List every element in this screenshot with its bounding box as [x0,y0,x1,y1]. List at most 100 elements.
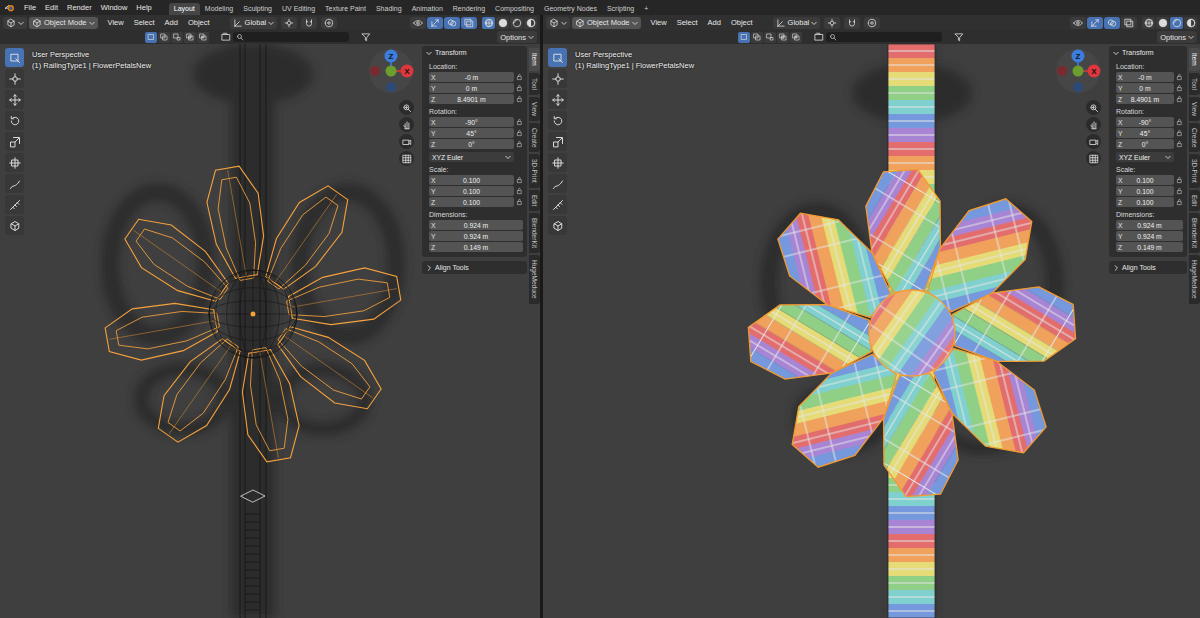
3d-viewport[interactable]: User Perspective (1) RailingType1 | Flow… [0,44,540,618]
number-field[interactable]: X -0 m [1116,72,1174,82]
sidebar-tab[interactable]: BlenderKit [529,213,540,253]
selection-mode-button[interactable] [738,32,750,43]
workspace-tab[interactable]: UV Editing [277,3,320,15]
selection-mode-button[interactable] [171,32,183,43]
sidebar-tab[interactable]: 3D-Print [529,154,540,188]
tool-button[interactable] [548,132,567,151]
visibility-button[interactable] [410,17,426,29]
pivot-button[interactable] [824,17,840,29]
lock-icon[interactable] [1176,118,1183,126]
shading-button[interactable] [1156,17,1169,29]
zoom-button[interactable] [399,100,414,115]
xray-toggle[interactable] [1121,17,1137,29]
tool-button[interactable] [548,111,567,130]
selection-mode-button[interactable] [790,32,802,43]
ortho-button[interactable] [399,151,414,166]
tool-button[interactable] [5,48,24,67]
panel-header[interactable]: Align Tools [422,261,527,274]
petal-wireframe[interactable] [283,263,403,334]
gizmo-toggle[interactable] [1087,17,1103,29]
number-field[interactable]: Z 8.4901 m [429,94,514,104]
workspace-tab[interactable]: Shading [371,3,407,15]
number-field[interactable]: Y 45° [429,128,514,138]
filter-icon[interactable] [954,32,964,42]
add-workspace-button[interactable]: + [639,3,653,15]
number-field[interactable]: Y 0.924 m [429,231,523,241]
tool-button[interactable] [5,174,24,193]
lock-icon[interactable] [1176,73,1183,81]
number-field[interactable]: Y 0.100 [1116,186,1174,196]
number-field[interactable]: X 0.100 [1116,175,1174,185]
camera-button[interactable] [399,134,414,149]
panel-header[interactable]: Align Tools [1109,261,1187,274]
petal-wireframe[interactable] [147,328,254,450]
pivot-button[interactable] [281,17,297,29]
sidebar-tab[interactable]: HugeMeduce [1189,255,1200,304]
lock-icon[interactable] [1176,95,1183,103]
collection-icon[interactable] [221,32,231,42]
selection-mode-button[interactable] [197,32,209,43]
panel-header[interactable]: Transform [422,46,527,59]
center-sphere-textured[interactable] [869,290,955,376]
shading-button[interactable] [482,17,495,29]
header-menu[interactable]: Select [673,17,702,28]
workspace-tab[interactable]: Rendering [448,3,490,15]
number-field[interactable]: Y 0 m [1116,83,1174,93]
lock-icon[interactable] [1176,129,1183,137]
shading-button[interactable] [1184,17,1197,29]
tool-button[interactable] [5,111,24,130]
sidebar-tab[interactable]: Tool [1189,73,1200,95]
number-field[interactable]: X 0.924 m [429,220,523,230]
sidebar-tab[interactable]: HugeMeduce [529,255,540,304]
selection-mode-button[interactable] [751,32,763,43]
workspace-tab[interactable]: Layout [169,3,200,15]
proportional-button[interactable] [864,17,880,29]
number-field[interactable]: Y 0 m [429,83,514,93]
workspace-tab[interactable]: Modeling [200,3,238,15]
gizmo-toggle[interactable] [427,17,443,29]
sidebar-tab[interactable]: BlenderKit [1189,213,1200,253]
number-field[interactable]: X -90° [429,117,514,127]
number-field[interactable]: X 0.924 m [1116,220,1183,230]
lock-icon[interactable] [1176,140,1183,148]
overlays-toggle[interactable] [444,17,460,29]
number-field[interactable]: X -90° [1116,117,1174,127]
petal-wireframe[interactable] [267,313,389,420]
mode-dropdown[interactable]: Object Mode [29,17,98,29]
search-field[interactable] [233,32,349,42]
menu-item[interactable]: File [20,2,40,13]
editor-type-button[interactable] [3,17,27,29]
petal-wireframe[interactable] [252,178,359,300]
lock-icon[interactable] [516,140,523,148]
rotation-mode-dropdown[interactable]: XYZ Euler [1116,152,1174,162]
tool-button[interactable] [548,216,567,235]
tool-button[interactable] [548,90,567,109]
menu-item[interactable]: Edit [41,2,62,13]
tool-button[interactable] [5,216,24,235]
workspace-tab[interactable]: Geometry Nodes [539,3,602,15]
blender-logo-icon[interactable] [4,2,15,13]
tool-button[interactable] [548,48,567,67]
pan-button[interactable] [399,117,414,132]
sidebar-tab[interactable]: Create [1189,123,1200,153]
number-field[interactable]: Z 0° [1116,139,1174,149]
orientation-dropdown[interactable]: Global [773,17,821,29]
tool-button[interactable] [5,153,24,172]
axis-gizmo[interactable]: ZX [368,48,414,94]
number-field[interactable]: X -0 m [429,72,514,82]
zoom-button[interactable] [1086,100,1101,115]
workspace-tab[interactable]: Texture Paint [320,3,371,15]
tool-button[interactable] [5,195,24,214]
header-menu[interactable]: Object [184,17,214,28]
header-menu[interactable]: View [647,17,671,28]
tool-button[interactable] [5,90,24,109]
number-field[interactable]: Z 0.100 [1116,197,1174,207]
shading-button[interactable] [510,17,523,29]
selection-mode-button[interactable] [777,32,789,43]
workspace-tab[interactable]: Scripting [602,3,639,15]
selection-mode-button[interactable] [158,32,170,43]
collection-icon[interactable] [814,32,824,42]
visibility-button[interactable] [1070,17,1086,29]
snap-button[interactable] [301,17,317,29]
tool-button[interactable] [548,69,567,88]
